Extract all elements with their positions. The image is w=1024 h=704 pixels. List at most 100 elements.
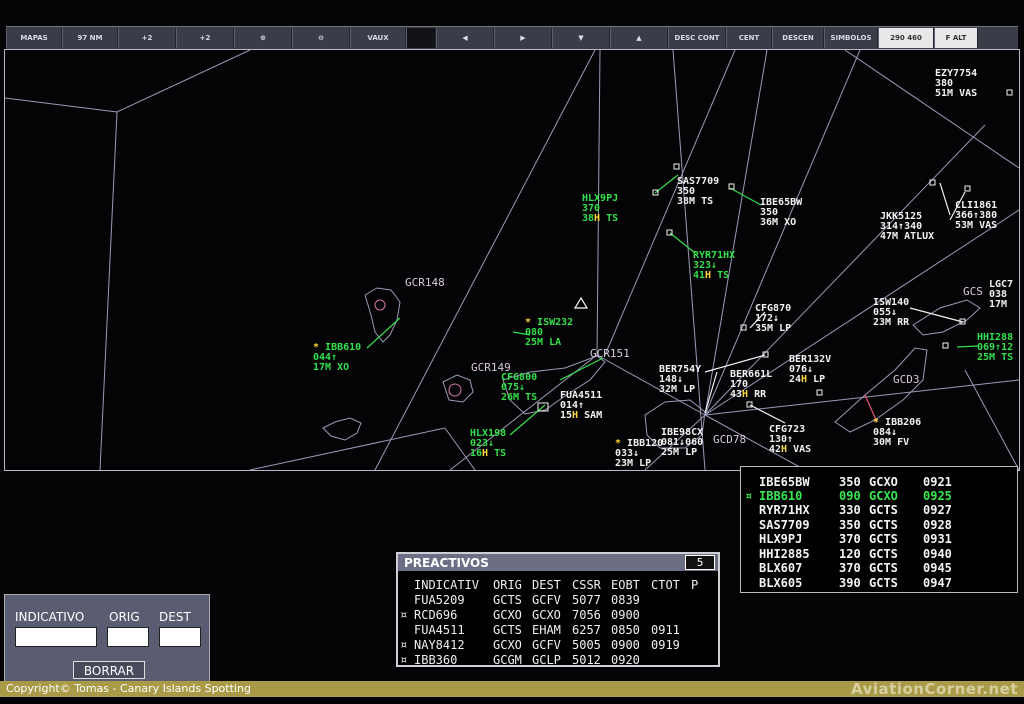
- track-label[interactable]: * IBB120 033↓ 23M LP: [615, 439, 663, 469]
- count-badge: 5: [685, 555, 715, 570]
- flight-search-panel: INDICATIVO ORIG DEST BORRAR: [4, 594, 210, 684]
- pan-up-button[interactable]: ▲: [610, 28, 668, 48]
- panel-title: PREACTIVOS: [404, 556, 489, 570]
- descent-button[interactable]: DESCEN: [772, 28, 824, 48]
- airway-line: [704, 50, 861, 416]
- track-label[interactable]: CFG723 130↑ 42H VAS: [769, 425, 811, 455]
- zoom-in-button[interactable]: ⊕: [234, 28, 292, 48]
- display-box[interactable]: [406, 28, 436, 48]
- photo-credit-bar: Copyright© Tomas - Canary Islands Spotti…: [0, 680, 1024, 698]
- track-label[interactable]: BER132V 076↓ 24H LP: [789, 355, 831, 385]
- track-label[interactable]: CFG870 172↓ 35M LP: [755, 304, 791, 334]
- level-filter-button[interactable]: 290 460: [878, 28, 934, 48]
- list-item[interactable]: RYR71HX 330 GCTS 0927: [741, 503, 1017, 517]
- leader-line: [366, 317, 401, 349]
- fix-label: GCD3: [893, 373, 920, 386]
- track-label[interactable]: BER754Y 148↓ 32M LP: [659, 365, 701, 395]
- track-label[interactable]: RYR71HX 323↓ 41H TS: [693, 251, 735, 281]
- table-header: INDICATIV ORIG DEST CSSR EOBT CTOT P: [414, 578, 699, 592]
- list-item[interactable]: IBE65BW 350 GCXO 0921: [741, 475, 1017, 489]
- orig-input[interactable]: [107, 627, 149, 647]
- copyright-text: Copyright© Tomas - Canary Islands Spotti…: [6, 682, 251, 695]
- atc-radar-screen: MAPAS 97 NM +2 +2 ⊕ ⊖ VAUX ◀ ▶ ▼ ▲ DESC …: [0, 0, 1024, 698]
- table-row[interactable]: ¤ RCD696 GCXO GCXO 7056 0900: [398, 608, 718, 622]
- airway-line: [249, 427, 446, 470]
- island-el-hierro: [322, 417, 362, 441]
- track-label[interactable]: IBE65BW 350 36M XO: [760, 198, 802, 228]
- track-label[interactable]: BER661L 170 43H RR: [730, 370, 772, 400]
- panel-header[interactable]: PREACTIVOS 5: [398, 554, 718, 571]
- leader-line: [729, 187, 762, 206]
- list-item[interactable]: HLX9PJ 370 GCTS 0931: [741, 532, 1017, 546]
- track-label[interactable]: EZY7754 380 51M VAS: [935, 69, 977, 99]
- track-label[interactable]: HLX9PJ 370 38H TS: [582, 194, 618, 224]
- track-label[interactable]: ISW140 055↓ 23M RR: [873, 298, 909, 328]
- track-label[interactable]: SAS7709 350 38M TS: [677, 177, 719, 207]
- table-row[interactable]: ¤ IBB360 GCGM GCLP 5012 0920: [398, 653, 718, 667]
- center-button[interactable]: CENT: [726, 28, 772, 48]
- list-item[interactable]: BLX605 390 GCTS 0947: [741, 576, 1017, 590]
- plus2-button-b[interactable]: +2: [176, 28, 234, 48]
- desc-cont-button[interactable]: DESC CONT: [668, 28, 726, 48]
- radar-map: [5, 50, 1019, 470]
- track-label[interactable]: JKK5125 314↑340 47M ATLUX: [880, 212, 934, 242]
- track-label[interactable]: CFG800 075↓ 26M TS: [501, 373, 537, 403]
- leader-line: [939, 182, 951, 216]
- track-label[interactable]: * IBB206 084↓ 30M FV: [873, 418, 921, 448]
- table-row[interactable]: ¤ NAY8412 GCXO GCFV 5005 0900 0919: [398, 638, 718, 652]
- list-item[interactable]: ¤ IBB610 090 GCXO 0925: [741, 489, 1017, 503]
- altitude-filter-button[interactable]: F ALT: [934, 28, 978, 48]
- plus2-button-a[interactable]: +2: [118, 28, 176, 48]
- list-item[interactable]: SAS7709 350 GCTS 0928: [741, 518, 1017, 532]
- sector-boundary: [99, 111, 118, 470]
- track-label[interactable]: FUA4511 014↑ 15H SAM: [560, 391, 602, 421]
- leader-line: [956, 345, 979, 348]
- dest-label: DEST: [159, 610, 191, 624]
- track-label[interactable]: HLX198 023↓ 16H TS: [470, 429, 506, 459]
- maps-button[interactable]: MAPAS: [6, 28, 62, 48]
- track-symbol: [964, 185, 971, 192]
- list-item[interactable]: HHI2885 120 GCTS 0940: [741, 547, 1017, 561]
- airway-line: [844, 50, 1019, 169]
- track-symbol: [1006, 89, 1013, 96]
- warning-icon: [573, 296, 589, 309]
- radar-toolbar: MAPAS 97 NM +2 +2 ⊕ ⊖ VAUX ◀ ▶ ▼ ▲ DESC …: [6, 26, 1018, 50]
- island-la-gomera: [442, 374, 474, 403]
- track-label[interactable]: HHI288 069↑12 25M TS: [977, 333, 1013, 363]
- range-ring: [448, 383, 462, 397]
- range-ring: [374, 299, 386, 311]
- arrivals-list: IBE65BW 350 GCXO 0921 ¤ IBB610 090 GCXO 0925 RY…: [740, 466, 1018, 593]
- leader-line: [669, 232, 696, 254]
- indicativo-label: INDICATIVO: [15, 610, 85, 624]
- clear-button[interactable]: BORRAR: [73, 661, 145, 679]
- fix-label: GCD78: [713, 433, 747, 446]
- track-label[interactable]: LGC7 038 17M: [989, 280, 1013, 310]
- preactivos-panel: PREACTIVOS 5 INDICATIV ORIG DEST CSSR EO…: [396, 552, 720, 667]
- dest-input[interactable]: [159, 627, 201, 647]
- orig-label: ORIG: [109, 610, 140, 624]
- radar-display[interactable]: GCR148 GCR149 GCR151 GCD78 GCD3 GCS EZY7…: [4, 49, 1020, 471]
- track-label[interactable]: * ISW232 080 25M LA: [525, 318, 573, 348]
- fix-label: GCR148: [405, 276, 445, 289]
- track-symbol: [816, 389, 823, 396]
- pan-down-button[interactable]: ▼: [552, 28, 610, 48]
- range-button[interactable]: 97 NM: [62, 28, 118, 48]
- track-symbol: [673, 163, 680, 170]
- track-symbol: [942, 342, 949, 349]
- table-row[interactable]: FUA5209 GCTS GCFV 5077 0839: [398, 593, 718, 607]
- track-label[interactable]: * IBB610 044↑ 17M XO: [313, 343, 361, 373]
- pan-left-button[interactable]: ◀: [436, 28, 494, 48]
- vaux-button[interactable]: VAUX: [350, 28, 406, 48]
- list-item[interactable]: BLX607 370 GCTS 0945: [741, 561, 1017, 575]
- pan-right-button[interactable]: ▶: [494, 28, 552, 48]
- indicativo-input[interactable]: [15, 627, 97, 647]
- fix-label: GCS: [963, 285, 983, 298]
- track-label[interactable]: IBE98CX 081↓060 25M LP: [661, 428, 703, 458]
- airway-line: [964, 369, 1019, 470]
- symbols-button[interactable]: SIMBOLOS: [824, 28, 878, 48]
- track-label[interactable]: CLI1861 366↑380 53M VAS: [955, 201, 997, 231]
- fix-label: GCR151: [590, 347, 630, 360]
- zoom-out-button[interactable]: ⊖: [292, 28, 350, 48]
- sector-boundary: [5, 50, 251, 113]
- table-row[interactable]: FUA4511 GCTS EHAM 6257 0850 0911: [398, 623, 718, 637]
